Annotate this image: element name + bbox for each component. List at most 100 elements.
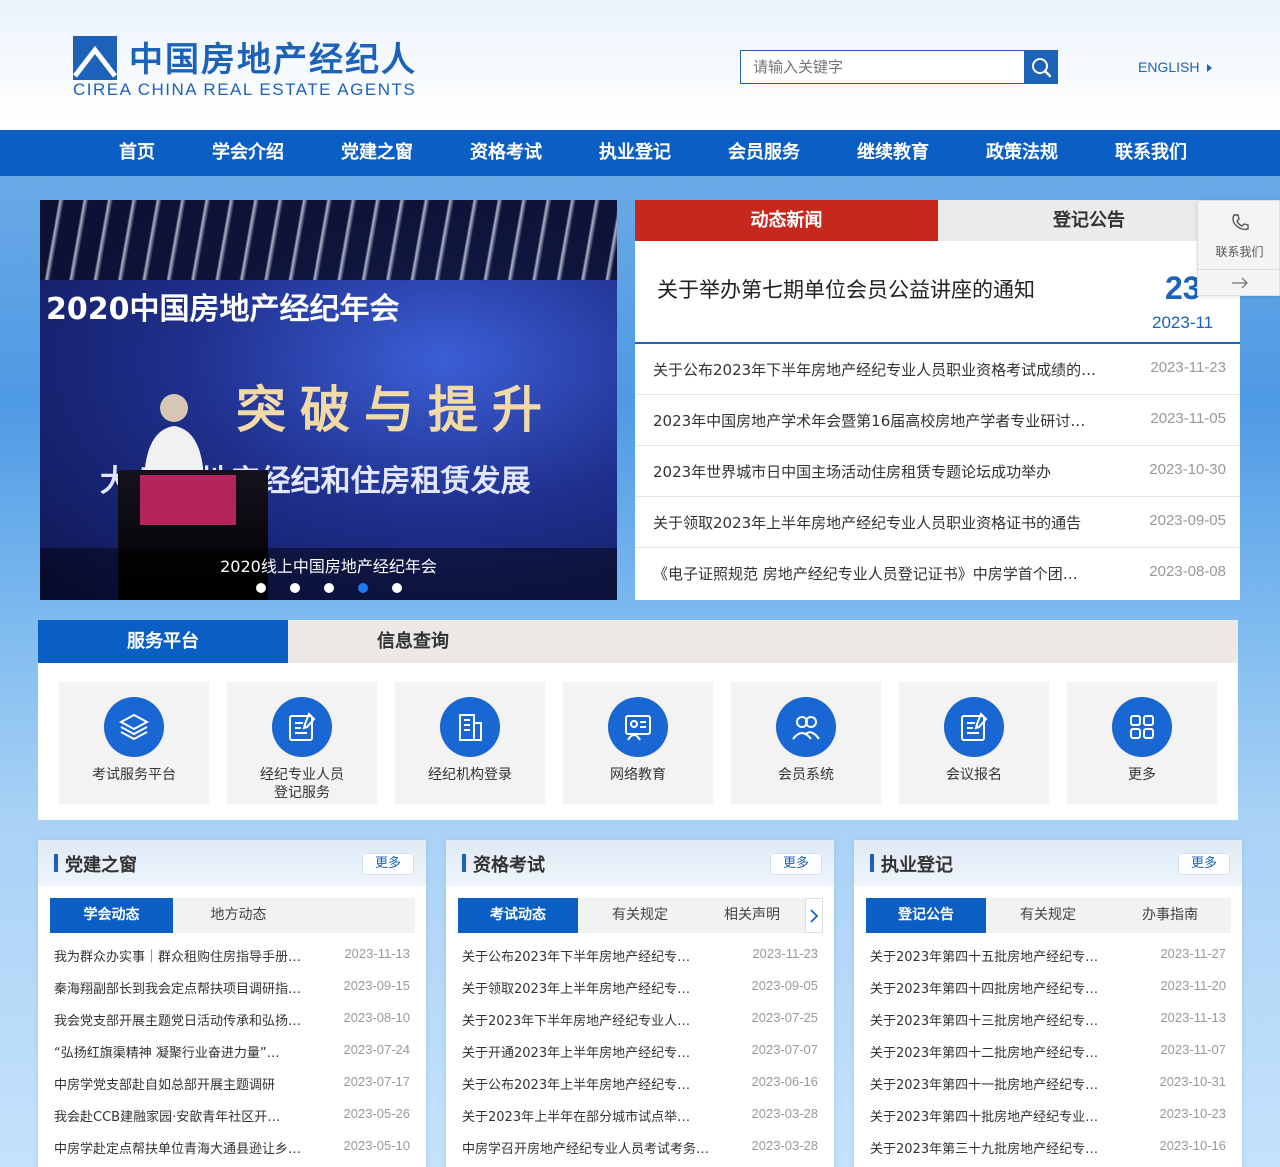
- nav-item-member-service[interactable]: 会员服务: [728, 130, 800, 176]
- list-item[interactable]: 中房学党支部赴自如总部开展主题调研 2023-07-17: [54, 1068, 410, 1100]
- list-item[interactable]: 关于领取2023年上半年房地产经纪专… 2023-09-05: [462, 972, 818, 1004]
- news-list-item[interactable]: 2023年世界城市日中国主场活动住房租赁专题论坛成功举办 2023-10-30: [635, 446, 1240, 497]
- list-item[interactable]: 中房学赴定点帮扶单位青海大通县逊让乡… 2023-05-10: [54, 1132, 410, 1164]
- news-item-date: 2023-08-08: [1149, 563, 1226, 580]
- subtab-local-news[interactable]: 地方动态: [177, 898, 300, 933]
- service-tile-label: 经纪专业人员 登记服务: [260, 767, 344, 801]
- news-list-item[interactable]: 关于公布2023年下半年房地产经纪专业人员职业资格考试成绩的… 2023-11-2…: [635, 344, 1240, 395]
- list-item[interactable]: 秦海翔副部长到我会定点帮扶项目调研指… 2023-09-15: [54, 972, 410, 1004]
- carousel-dots: [40, 578, 617, 597]
- floating-contact-widget[interactable]: 联系我们: [1197, 200, 1280, 296]
- news-item-date: 2023-11-23: [1150, 359, 1226, 376]
- service-tile-agency-login[interactable]: 经纪机构登录: [395, 682, 545, 804]
- list-item[interactable]: 关于开通2023年上半年房地产经纪专… 2023-07-07: [462, 1036, 818, 1068]
- service-tile-label: 经纪机构登录: [428, 767, 512, 783]
- list-item-title: 关于开通2023年上半年房地产经纪专…: [462, 1046, 691, 1061]
- subtab-regulations[interactable]: 有关规定: [580, 898, 700, 933]
- floating-contact-label: 联系我们: [1215, 245, 1264, 259]
- list-item[interactable]: 关于2023年第四十批房地产经纪专业… 2023-10-23: [870, 1100, 1226, 1132]
- carousel-dot-2[interactable]: [289, 583, 300, 593]
- chevron-right-icon: [810, 908, 818, 923]
- list-item[interactable]: 关于公布2023年上半年房地产经纪专… 2023-06-16: [462, 1068, 818, 1100]
- nav-item-continuing-education[interactable]: 继续教育: [857, 130, 929, 176]
- more-button[interactable]: 更多: [1178, 853, 1230, 875]
- list-item[interactable]: 关于2023年第四十一批房地产经纪专… 2023-10-31: [870, 1068, 1226, 1100]
- carousel-caption[interactable]: 2020线上中国房地产经纪年会: [40, 553, 617, 577]
- subtab-exam-news[interactable]: 考试动态: [458, 898, 578, 933]
- list-item[interactable]: 关于2023年第三十九批房地产经纪专… 2023-10-16: [870, 1132, 1226, 1164]
- nav-item-party-building[interactable]: 党建之窗: [341, 130, 413, 176]
- service-tile-exam-platform[interactable]: 考试服务平台: [59, 682, 209, 804]
- service-tile-online-education[interactable]: 网络教育: [563, 682, 713, 804]
- nav-item-contact[interactable]: 联系我们: [1115, 130, 1187, 176]
- list-item-date: 2023-09-15: [343, 978, 411, 993]
- list-item[interactable]: 我会赴CCB建融家园·安歆青年社区开… 2023-05-26: [54, 1100, 410, 1132]
- list-item[interactable]: 关于2023年下半年房地产经纪专业人… 2023-07-25: [462, 1004, 818, 1036]
- nav-item-registration[interactable]: 执业登记: [599, 130, 671, 176]
- list-item-title: 中房学召开房地产经纪专业人员考试考务…: [462, 1142, 710, 1157]
- subtab-registration-notice[interactable]: 登记公告: [866, 898, 986, 933]
- tab-service-platform[interactable]: 服务平台: [38, 620, 288, 663]
- service-tile-label: 更多: [1128, 767, 1156, 783]
- service-tile-more[interactable]: 更多: [1067, 682, 1217, 804]
- search-icon: [1031, 58, 1051, 78]
- service-tile-agent-registration[interactable]: 经纪专业人员 登记服务: [227, 682, 377, 804]
- news-list-item[interactable]: 2023年中国房地产学术年会暨第16届高校房地产学者专业研讨… 2023-11-0…: [635, 395, 1240, 446]
- list-item[interactable]: 我会党支部开展主题党日活动传承和弘扬… 2023-08-10: [54, 1004, 410, 1036]
- list-item[interactable]: 关于2023年上半年在部分城市试点举… 2023-03-28: [462, 1100, 818, 1132]
- more-button[interactable]: 更多: [770, 853, 822, 875]
- arrow-right-icon[interactable]: [1231, 277, 1249, 289]
- more-button[interactable]: 更多: [362, 853, 414, 875]
- main-nav: 首页 学会介绍 党建之窗 资格考试 执业登记 会员服务 继续教育 政策法规 联系…: [0, 130, 1280, 176]
- site-header: 中国房地产经纪人 CIREA CHINA REAL ESTATE AGENTS …: [0, 0, 1280, 130]
- list-item[interactable]: 中房学召开房地产经纪专业人员考试考务… 2023-03-28: [462, 1132, 818, 1164]
- list-item-title: 关于2023年第四十一批房地产经纪专…: [870, 1078, 1099, 1093]
- list-item[interactable]: 关于2023年第四十四批房地产经纪专… 2023-11-20: [870, 972, 1226, 1004]
- english-link[interactable]: ENGLISH: [1138, 59, 1213, 75]
- carousel-dot-4[interactable]: [357, 583, 368, 593]
- site-logo[interactable]: 中国房地产经纪人 CIREA CHINA REAL ESTATE AGENTS: [73, 36, 417, 100]
- nav-item-about[interactable]: 学会介绍: [212, 130, 284, 176]
- list-item[interactable]: 关于2023年第四十三批房地产经纪专… 2023-11-13: [870, 1004, 1226, 1036]
- subtab-society-news[interactable]: 学会动态: [50, 898, 173, 933]
- carousel-dot-1[interactable]: [255, 583, 266, 593]
- nav-item-policy[interactable]: 政策法规: [986, 130, 1058, 176]
- headline-month: 2023-11: [1152, 313, 1214, 332]
- news-tabs: 动态新闻 登记公告: [635, 200, 1240, 241]
- list-item-date: 2023-09-05: [751, 978, 819, 993]
- carousel-dot-3[interactable]: [323, 583, 334, 593]
- search-input[interactable]: [741, 51, 1025, 83]
- panel-subtabs: 学会动态 地方动态: [50, 898, 415, 933]
- search-button[interactable]: [1024, 51, 1057, 83]
- list-item-date: 2023-10-23: [1159, 1106, 1227, 1121]
- tab-dynamic-news[interactable]: 动态新闻: [635, 200, 938, 241]
- panel-title-marker: [870, 854, 874, 872]
- subtab-guide[interactable]: 办事指南: [1110, 898, 1230, 933]
- tab-info-query[interactable]: 信息查询: [288, 620, 538, 663]
- news-list-item[interactable]: 关于领取2023年上半年房地产经纪专业人员职业资格证书的通告 2023-09-05: [635, 497, 1240, 548]
- caret-right-icon: [1207, 64, 1213, 73]
- service-tile-member-system[interactable]: 会员系统: [731, 682, 881, 804]
- list-item[interactable]: 关于2023年第四十二批房地产经纪专… 2023-11-07: [870, 1036, 1226, 1068]
- list-item[interactable]: 关于公布2023年下半年房地产经纪专… 2023-11-23: [462, 940, 818, 972]
- speaker-figure-image: [144, 394, 204, 480]
- panel-subtabs: 登记公告 有关规定 办事指南: [866, 898, 1231, 933]
- headline-news[interactable]: 关于举办第七期单位会员公益讲座的通知 23 2023-11: [635, 258, 1240, 344]
- list-item[interactable]: “弘扬红旗渠精神 凝聚行业奋进力量”… 2023-07-24: [54, 1036, 410, 1068]
- logo-english-name: CIREA CHINA REAL ESTATE AGENTS: [73, 80, 417, 99]
- subtab-next-arrow[interactable]: [805, 898, 823, 933]
- list-item[interactable]: 我为群众办实事｜群众租购住房指导手册… 2023-11-13: [54, 940, 410, 972]
- tab-registration-notice[interactable]: 登记公告: [938, 200, 1240, 241]
- nav-item-home[interactable]: 首页: [119, 130, 155, 176]
- list-item-title: 关于2023年第四十二批房地产经纪专…: [870, 1046, 1099, 1061]
- register-form-icon: [944, 697, 1004, 757]
- service-tile-meeting-signup[interactable]: 会议报名: [899, 682, 1049, 804]
- news-list-item[interactable]: 《电子证照规范 房地产经纪专业人员登记证书》中房学首个团… 2023-08-08: [635, 548, 1240, 599]
- news-carousel[interactable]: 2020中国房地产经纪年会 突破与提升 大 下房地产经纪和住房租赁发展 2020…: [40, 200, 617, 600]
- subtab-regulations[interactable]: 有关规定: [988, 898, 1108, 933]
- nav-item-qualification-exam[interactable]: 资格考试: [470, 130, 542, 176]
- search-box: [740, 50, 1058, 84]
- subtab-statements[interactable]: 相关声明: [702, 898, 802, 933]
- carousel-dot-5[interactable]: [391, 583, 402, 593]
- list-item[interactable]: 关于2023年第四十五批房地产经纪专… 2023-11-27: [870, 940, 1226, 972]
